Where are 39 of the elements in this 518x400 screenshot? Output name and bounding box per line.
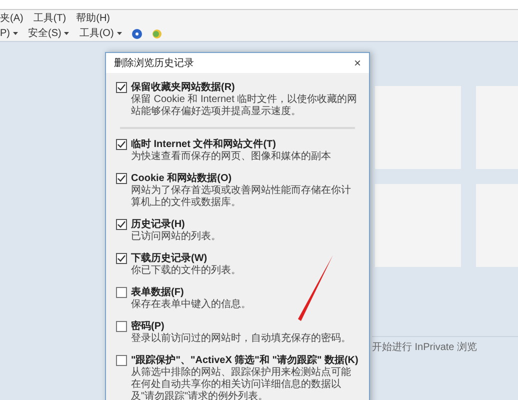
option-label[interactable]: "跟踪保护"、"ActiveX 筛选"和 "请勿跟踪" 数据(K) [131, 354, 359, 367]
toolbar-menu[interactable]: P) [0, 26, 10, 41]
checkbox[interactable] [116, 287, 127, 298]
site-tile[interactable] [375, 86, 461, 169]
option-label[interactable]: 保留收藏夹网站数据(R) [131, 81, 359, 94]
caret-icon[interactable] [116, 32, 122, 35]
option-description: 登录以前访问过的网站时，自动填充保存的密码。 [131, 333, 351, 345]
option-description: 网站为了保存首选项或改善网站性能而存储在你计算机上的文件或数据库。 [131, 185, 352, 209]
caret-icon[interactable] [64, 32, 70, 35]
site-tile[interactable] [375, 184, 461, 267]
checkbox[interactable] [116, 253, 127, 264]
menu-item[interactable]: 夹(A) [0, 10, 24, 26]
close-button[interactable]: × [354, 57, 361, 69]
option-label[interactable]: 密码(P) [131, 320, 351, 333]
option-label[interactable]: 历史记录(H) [131, 218, 221, 231]
option-description: 已访问网站的列表。 [131, 231, 221, 243]
option-description: 为快速查看而保存的网页、图像和媒体的副本 [131, 151, 331, 163]
dialog-title: 删除浏览历史记录 [114, 56, 194, 70]
option-label[interactable]: 表单数据(F) [131, 286, 251, 299]
checkbox[interactable] [116, 82, 127, 93]
toolbar-menu[interactable]: 安全(S) [28, 26, 62, 41]
checkbox[interactable] [116, 219, 127, 230]
option-label[interactable]: Cookie 和网站数据(O) [131, 172, 359, 185]
checkbox[interactable] [116, 355, 127, 366]
option-description: 你已下载的文件的列表。 [131, 265, 241, 277]
option-description: 保存在表单中键入的信息。 [131, 299, 251, 311]
help-icon[interactable] [132, 28, 142, 38]
inprivate-link[interactable]: 开始进行 InPrivate 浏览 [372, 342, 478, 353]
toolbar-menu[interactable]: 工具(O) [79, 26, 114, 41]
option-description: 保留 Cookie 和 Internet 临时文件，以使你收藏的网站能够保存偏好选项并提高显示速度。 [131, 94, 358, 118]
caret-icon[interactable] [13, 32, 18, 35]
checkbox[interactable] [116, 321, 127, 332]
option-label[interactable]: 临时 Internet 文件和网站文件(T) [131, 138, 331, 151]
menu-item[interactable]: 帮助(H) [76, 10, 110, 26]
checkbox[interactable] [116, 139, 127, 150]
menu-item[interactable]: 工具(T) [33, 10, 66, 26]
option-label[interactable]: 下载历史记录(W) [131, 252, 241, 265]
checkbox[interactable] [116, 173, 127, 184]
pointer-line-drawing [298, 255, 334, 321]
